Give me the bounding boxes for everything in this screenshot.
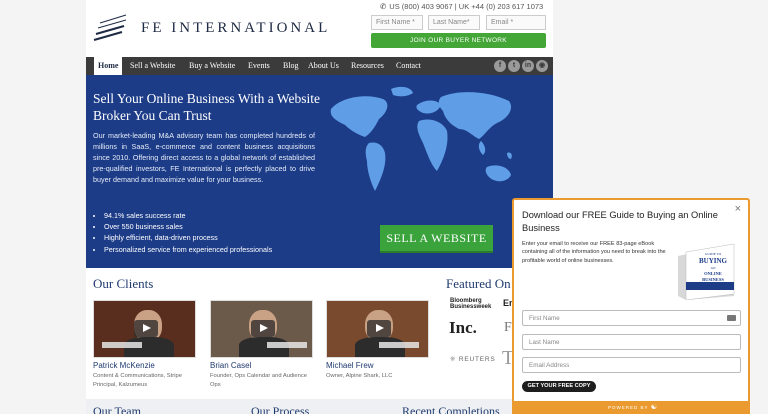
nav-item-buy[interactable]: Buy a Website [189, 57, 235, 75]
header-first-name-input[interactable]: First Name * [371, 15, 423, 30]
client-name: Patrick McKenzie [93, 361, 155, 370]
team-section-title: Our Team [93, 404, 141, 414]
process-section-title: Our Process [251, 404, 310, 414]
popup-last-name-input[interactable]: Last Name [522, 334, 741, 350]
nav-item-sell[interactable]: Sell a Website [130, 57, 175, 75]
completions-section-title: Recent Completions [402, 404, 500, 414]
reuters-logo: ❋ REUTERS [450, 355, 496, 363]
site-header: FE INTERNATIONAL ✆ US (800) 403 9067 | UK… [86, 0, 553, 57]
client-name: Michael Frew [326, 361, 374, 370]
popup-email-input[interactable]: Email Address [522, 357, 741, 373]
bloomberg-logo: Bloomberg Businessweek [450, 298, 492, 310]
nav-item-home[interactable]: Home [94, 57, 123, 75]
logo-text[interactable]: FE INTERNATIONAL [141, 20, 330, 37]
play-icon[interactable] [134, 320, 158, 337]
first-name-placeholder: First Name [529, 315, 560, 322]
world-map-icon [330, 86, 512, 191]
video-caption [102, 342, 142, 348]
popup-first-name-input[interactable]: First Name [522, 310, 741, 326]
reuters-label: REUTERS [458, 356, 496, 363]
hero-bullet: Over 550 business sales [104, 221, 272, 232]
ebook-title-line: ONLINE BUSINESS [702, 271, 724, 282]
play-icon[interactable] [251, 320, 275, 337]
get-free-copy-button[interactable]: GET YOUR FREE COPY [522, 381, 596, 392]
hero-bullet: Highly efficient, data-driven process [104, 232, 272, 243]
client-video-thumbnail[interactable] [93, 300, 196, 358]
header-last-name-input[interactable]: Last Name* [428, 15, 480, 30]
clients-section-title: Our Clients [93, 276, 154, 291]
hero-description: Our market-leading M&A advisory team has… [93, 131, 315, 185]
popup-title: Download our FREE Guide to Buying an Onl… [522, 210, 718, 233]
phone-numbers[interactable]: US (800) 403 9067 | UK +44 (0) 203 617 1… [389, 2, 543, 11]
inc-logo: Inc. [449, 318, 477, 337]
sell-a-website-button[interactable]: SELL A WEBSITE [380, 225, 493, 253]
ebook-cover-title: GUIDE TO BUYING AN ONLINE BUSINESS [693, 251, 733, 283]
hero-title: Sell Your Online Business With a Website… [93, 91, 321, 123]
nav-item-blog[interactable]: Blog [283, 57, 299, 75]
ebook-title-line: BUYING [698, 257, 727, 265]
twitter-icon[interactable]: t [508, 60, 520, 72]
hero-bullet: Personalized service from experienced pr… [104, 244, 272, 255]
linkedin-icon[interactable]: in [522, 60, 534, 72]
popup-footer: POWERED BY ☯ [514, 401, 748, 414]
powered-by-label: POWERED BY [608, 405, 649, 410]
client-video-thumbnail[interactable] [326, 300, 429, 358]
client-role: Founder, Ops Calendar and Audience Ops [210, 373, 308, 388]
press-logo-partial: F [504, 320, 512, 335]
client-name: Brian Casel [210, 361, 252, 370]
provider-logo-icon[interactable]: ☯ [651, 404, 658, 411]
hero-bullet-list: 94.1% sales success rate Over 550 busine… [104, 210, 272, 255]
ebook-popup: × Download our FREE Guide to Buying an O… [512, 198, 750, 414]
nav-item-resources[interactable]: Resources [351, 57, 384, 75]
phone-line: ✆ US (800) 403 9067 | UK +44 (0) 203 617 … [380, 2, 543, 11]
main-nav: Home Sell a Website Buy a Website Events… [86, 57, 553, 75]
hero-bullet: 94.1% sales success rate [104, 210, 272, 221]
header-email-input[interactable]: Email * [486, 15, 546, 30]
hero-section: Sell Your Online Business With a Website… [86, 75, 553, 268]
client-video-thumbnail[interactable] [210, 300, 313, 358]
phone-icon: ✆ [380, 2, 387, 11]
client-role: Owner, Alpine Shark, LLC [326, 373, 393, 379]
nav-item-about[interactable]: About Us [308, 57, 339, 75]
reuters-dots-icon: ❋ [450, 356, 459, 363]
page: FE INTERNATIONAL ✆ US (800) 403 9067 | UK… [86, 0, 553, 414]
contact-card-icon [727, 315, 736, 321]
featured-section-title: Featured On [446, 276, 511, 291]
instagram-icon[interactable]: ◉ [536, 60, 548, 72]
nav-item-events[interactable]: Events [248, 57, 270, 75]
video-caption [267, 342, 307, 348]
play-icon[interactable] [367, 320, 391, 337]
popup-description: Enter your email to receive our FREE 83-… [522, 241, 666, 264]
logo-mark-icon[interactable] [92, 14, 128, 44]
nav-item-contact[interactable]: Contact [396, 57, 421, 75]
video-caption [379, 342, 419, 348]
facebook-icon[interactable]: f [494, 60, 506, 72]
client-role: Content & Communications, Stripe Princip… [93, 373, 182, 388]
join-buyer-network-button[interactable]: JOIN OUR BUYER NETWORK [371, 33, 546, 48]
